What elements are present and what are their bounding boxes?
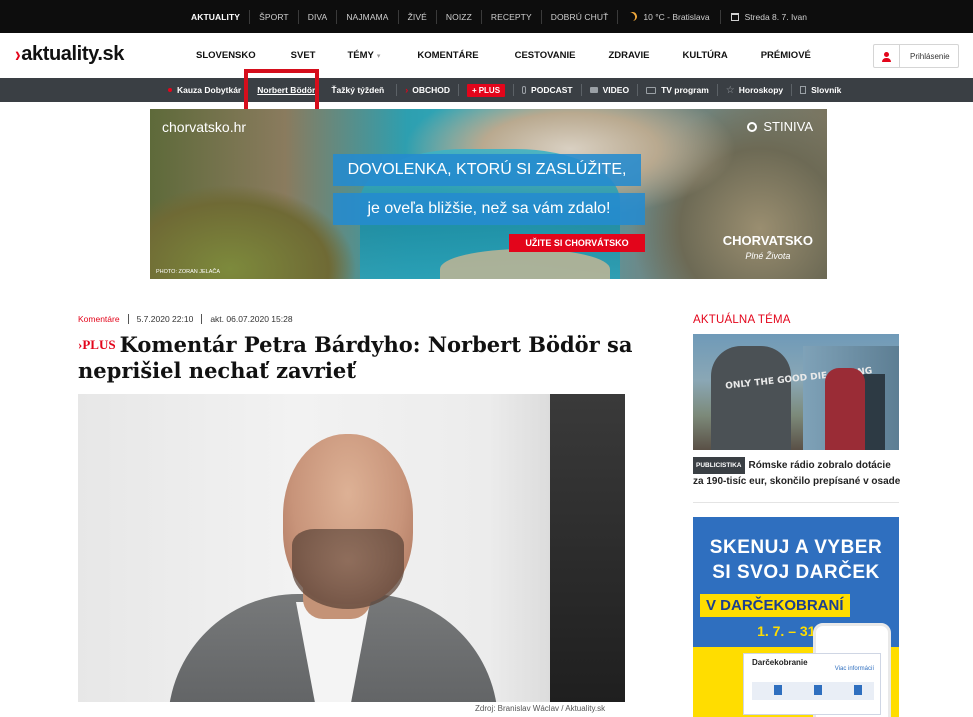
nav-slovensko[interactable]: SLOVENSKO <box>196 50 256 61</box>
user-icon <box>874 45 900 67</box>
live-dot-icon <box>168 88 172 92</box>
microphone-icon <box>522 86 527 94</box>
topbar-link-sport[interactable]: ŠPORT <box>249 9 298 24</box>
podcast-label: PODCAST <box>531 85 573 95</box>
date-widget: Streda 8. 7. Ivan <box>719 9 817 24</box>
topbar-link-aktuality[interactable]: AKTUALITY <box>182 10 249 24</box>
article-title-text: Komentár Petra Bárdyho: Norbert Bödör sa… <box>78 332 633 383</box>
topic-kauza-dobytkar[interactable]: Kauza Dobytkár <box>168 85 241 95</box>
nav-svet[interactable]: SVET <box>291 50 316 61</box>
topbar-link-najmama[interactable]: NAJMAMA <box>336 9 397 24</box>
gift-icon <box>774 685 782 695</box>
horoskopy-link[interactable]: ☆ Horoskopy <box>726 85 783 96</box>
obchod-link[interactable]: › OBCHOD <box>405 85 450 95</box>
topic-label: Kauza Dobytkár <box>177 85 242 95</box>
logo-text: aktuality.sk <box>21 43 124 65</box>
weather-text: 10 °C - Bratislava <box>643 11 710 22</box>
article-updated: akt. 06.07.2020 15:28 <box>210 314 293 324</box>
ad-badge: V DARČEKOBRANÍ <box>700 594 850 617</box>
chevron-down-icon: ▾ <box>376 53 381 60</box>
ad-card-link: Viac informácií <box>834 666 874 672</box>
slovnik-link[interactable]: Slovník <box>800 85 841 95</box>
sidebar-divider <box>693 502 899 503</box>
banner-location-label: STINIVA <box>763 119 813 134</box>
banner-brand-logo: CHORVATSKO Plné Života <box>723 233 813 261</box>
video-link[interactable]: VIDEO <box>589 85 630 95</box>
video-label: VIDEO <box>602 85 630 95</box>
login-button[interactable]: Prihlásenie <box>873 44 959 68</box>
sidebar-heading: AKTUÁLNA TÉMA <box>693 314 791 326</box>
topic-tazky-tyzden[interactable]: Ťažký týždeň <box>331 85 384 95</box>
topbar-link-zive[interactable]: ŽIVÉ <box>397 9 436 24</box>
sun-icon <box>747 121 758 132</box>
site-header: › aktuality.sk SLOVENSKO SVET TÉMY ▾ KOME… <box>0 33 973 78</box>
article-title: ›PLUS Komentár Petra Bárdyho: Norbert Böd… <box>78 332 638 384</box>
sidebar-ad[interactable]: SKENUJ A VYBER SI SVOJ DARČEK V DARČEKOB… <box>693 517 899 717</box>
ad-card: Darčekobranie Viac informácií <box>743 653 881 715</box>
publicistika-badge: PUBLICISTIKA <box>693 457 745 474</box>
article-hero-image[interactable] <box>78 394 625 702</box>
nav-cestovanie[interactable]: CESTOVANIE <box>515 50 576 61</box>
banner-brand-text: CHORVATSKO <box>722 233 813 248</box>
banner-ad[interactable]: chorvatsko.hr STINIVA DOVOLENKA, KTORÚ S… <box>150 109 827 279</box>
plus-button[interactable]: + PLUS <box>467 83 506 97</box>
banner-cta-button[interactable]: UŽITE SI CHORVÁTSKO <box>509 234 645 252</box>
banner-photo-credit: PHOTO: ZORAN JELAČA <box>156 269 221 275</box>
topbar-link-noizz[interactable]: NOIZZ <box>435 9 481 24</box>
plus-label: PLUS <box>478 85 501 95</box>
podcast-link[interactable]: PODCAST <box>522 85 573 95</box>
horoskopy-label: Horoskopy <box>738 85 784 95</box>
slovnik-label: Slovník <box>811 85 842 95</box>
obchod-label: OBCHOD <box>412 85 451 95</box>
topbar-link-diva[interactable]: DIVA <box>297 9 337 24</box>
calendar-icon <box>730 12 739 21</box>
sidebar-topic-link[interactable]: PUBLICISTIKA Rómske rádio zobralo dotácie… <box>693 457 903 489</box>
logo-chevron-icon: › <box>15 42 21 66</box>
video-icon <box>589 87 598 93</box>
article-meta: Komentáre 5.7.2020 22:10 akt. 06.07.2020… <box>78 314 293 324</box>
nav-komentare[interactable]: KOMENTÁRE <box>417 50 478 61</box>
banner-brand-sub: Plné Života <box>745 251 791 261</box>
highlight-annotation <box>244 69 319 114</box>
nav-kultura[interactable]: KULTÚRA <box>683 50 728 61</box>
banner-headline-2: je oveľa bližšie, než sa vám zdalo! <box>333 193 645 225</box>
ad-line-1: SKENUJ A VYBER <box>709 537 883 558</box>
ad-card-title: Darčekobranie <box>752 658 808 667</box>
ad-line-2: SI SVOJ DARČEK <box>712 562 880 583</box>
plus-tag-label: PLUS <box>82 337 116 352</box>
nav-temy-label: TÉMY <box>347 50 374 61</box>
moon-icon <box>627 11 639 23</box>
nav-temy[interactable]: TÉMY ▾ <box>347 50 380 61</box>
book-icon <box>800 86 807 94</box>
sidebar-topic-image[interactable]: ONLY THE GOOD DIE STRONG <box>693 334 899 450</box>
banner-location: STINIVA <box>747 119 813 134</box>
plus-tag: ›PLUS <box>78 337 116 352</box>
star-icon: ☆ <box>725 84 735 96</box>
topbar-link-recepty[interactable]: RECEPTY <box>480 9 541 24</box>
site-logo[interactable]: › aktuality.sk <box>15 42 124 66</box>
chevron-right-icon: › <box>405 85 409 95</box>
topic-nav: Kauza Dobytkár Norbert Bödör Ťažký týžde… <box>0 78 973 102</box>
login-label: Prihlásenie <box>910 51 950 61</box>
banner-headline-1: DOVOLENKA, KTORÚ SI ZASLÚŽITE, <box>333 154 641 186</box>
plus-icon: + <box>472 85 477 95</box>
article-category[interactable]: Komentáre <box>78 314 120 324</box>
gift-icon <box>814 685 822 695</box>
tv-icon <box>646 86 657 94</box>
weather-widget[interactable]: 10 °C - Bratislava <box>617 9 719 24</box>
nav-zdravie[interactable]: ZDRAVIE <box>609 50 650 61</box>
nav-premiove[interactable]: PRÉMIOVÉ <box>761 50 811 61</box>
tv-label: TV program <box>661 85 709 95</box>
article-published: 5.7.2020 22:10 <box>136 314 194 324</box>
top-bar: AKTUALITY ŠPORT DIVA NAJMAMA ŽIVÉ NOIZZ … <box>0 0 973 33</box>
topbar-link-dobru-chut[interactable]: DOBRÚ CHUŤ <box>540 9 618 24</box>
banner-site: chorvatsko.hr <box>162 119 247 135</box>
gift-icon <box>854 685 862 695</box>
tv-program-link[interactable]: TV program <box>646 85 709 95</box>
image-caption: Zdroj: Branislav Wáclav / Aktuality.sk <box>475 704 606 713</box>
date-text: Streda 8. 7. Ivan <box>744 11 808 22</box>
